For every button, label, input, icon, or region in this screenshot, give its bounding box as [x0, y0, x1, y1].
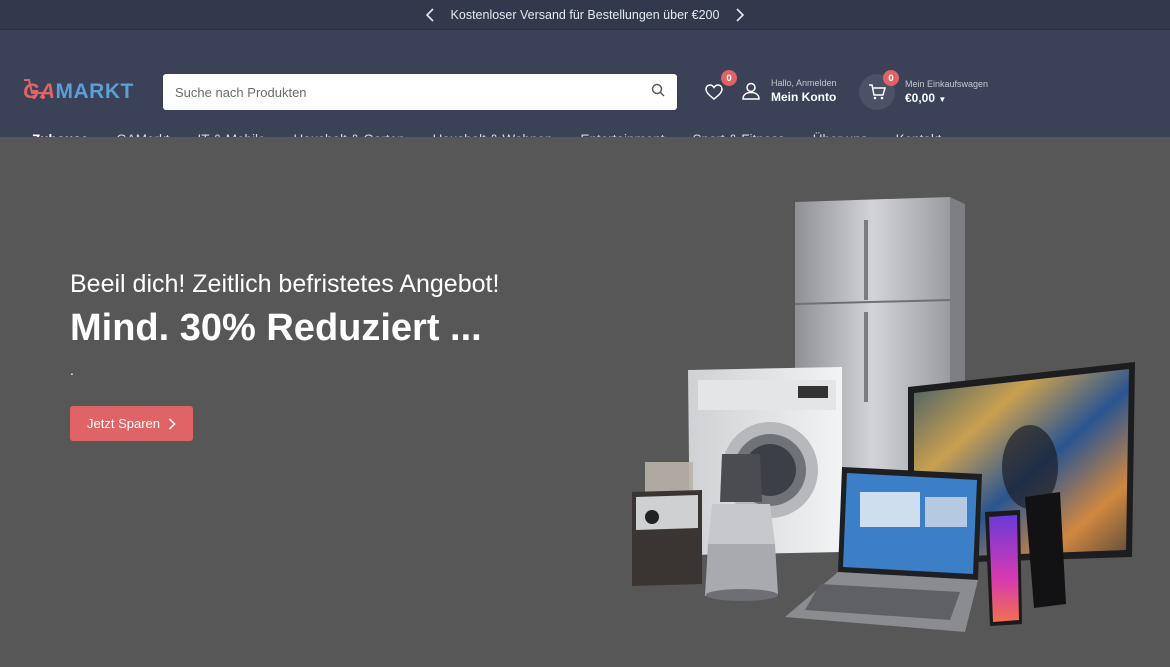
logo-part-markt: MARKT — [55, 80, 134, 103]
search-bar — [163, 74, 677, 110]
cart-count-badge: 0 — [883, 70, 899, 86]
promo-bar: Kostenloser Versand für Bestellungen übe… — [0, 0, 1170, 30]
chevron-right-icon — [168, 417, 176, 430]
coffee-grinder — [632, 462, 702, 586]
chevron-left-icon[interactable] — [423, 7, 437, 22]
search-input[interactable] — [175, 84, 651, 100]
hero-product-image — [632, 197, 1135, 632]
cta-label: Jetzt Sparen — [87, 416, 160, 431]
hero-title: Mind. 30% Reduziert ... — [70, 307, 482, 349]
promo-text: Kostenloser Versand für Bestellungen übe… — [450, 7, 720, 22]
cart-button[interactable]: 0 Mein Einkaufswagen €0,00 ▼ — [859, 70, 989, 110]
cart-icon — [869, 84, 886, 100]
search-icon[interactable] — [651, 83, 665, 102]
cart-label: Mein Einkaufswagen — [905, 79, 989, 89]
hero-subtitle: Beeil dich! Zeitlich befristetes Angebot… — [70, 270, 500, 298]
header: GAMARKT 0 Hallo, Anmelden Mein Konto 0 M… — [0, 30, 1170, 147]
user-icon — [742, 82, 760, 100]
chevron-right-icon[interactable] — [733, 7, 747, 22]
account-label: Mein Konto — [771, 90, 837, 104]
cart-logo-icon — [24, 79, 45, 99]
hero-dot: . — [70, 362, 74, 378]
heart-icon — [705, 84, 723, 100]
caret-down-icon: ▼ — [938, 95, 947, 104]
account-button[interactable]: Hallo, Anmelden Mein Konto — [742, 78, 837, 104]
cart-total: €0,00 — [905, 91, 936, 105]
logo[interactable]: GA MARKT — [23, 79, 134, 104]
hero-banner: Beeil dich! Zeitlich befristetes Angebot… — [0, 137, 1170, 667]
wishlist-count-badge: 0 — [721, 70, 737, 86]
account-greeting: Hallo, Anmelden — [771, 78, 837, 88]
cart-total-row: €0,00 ▼ — [905, 91, 988, 105]
cart-icon-wrap: 0 — [859, 70, 899, 110]
wishlist-button[interactable]: 0 — [705, 70, 737, 105]
jetzt-sparen-button[interactable]: Jetzt Sparen — [70, 406, 193, 441]
